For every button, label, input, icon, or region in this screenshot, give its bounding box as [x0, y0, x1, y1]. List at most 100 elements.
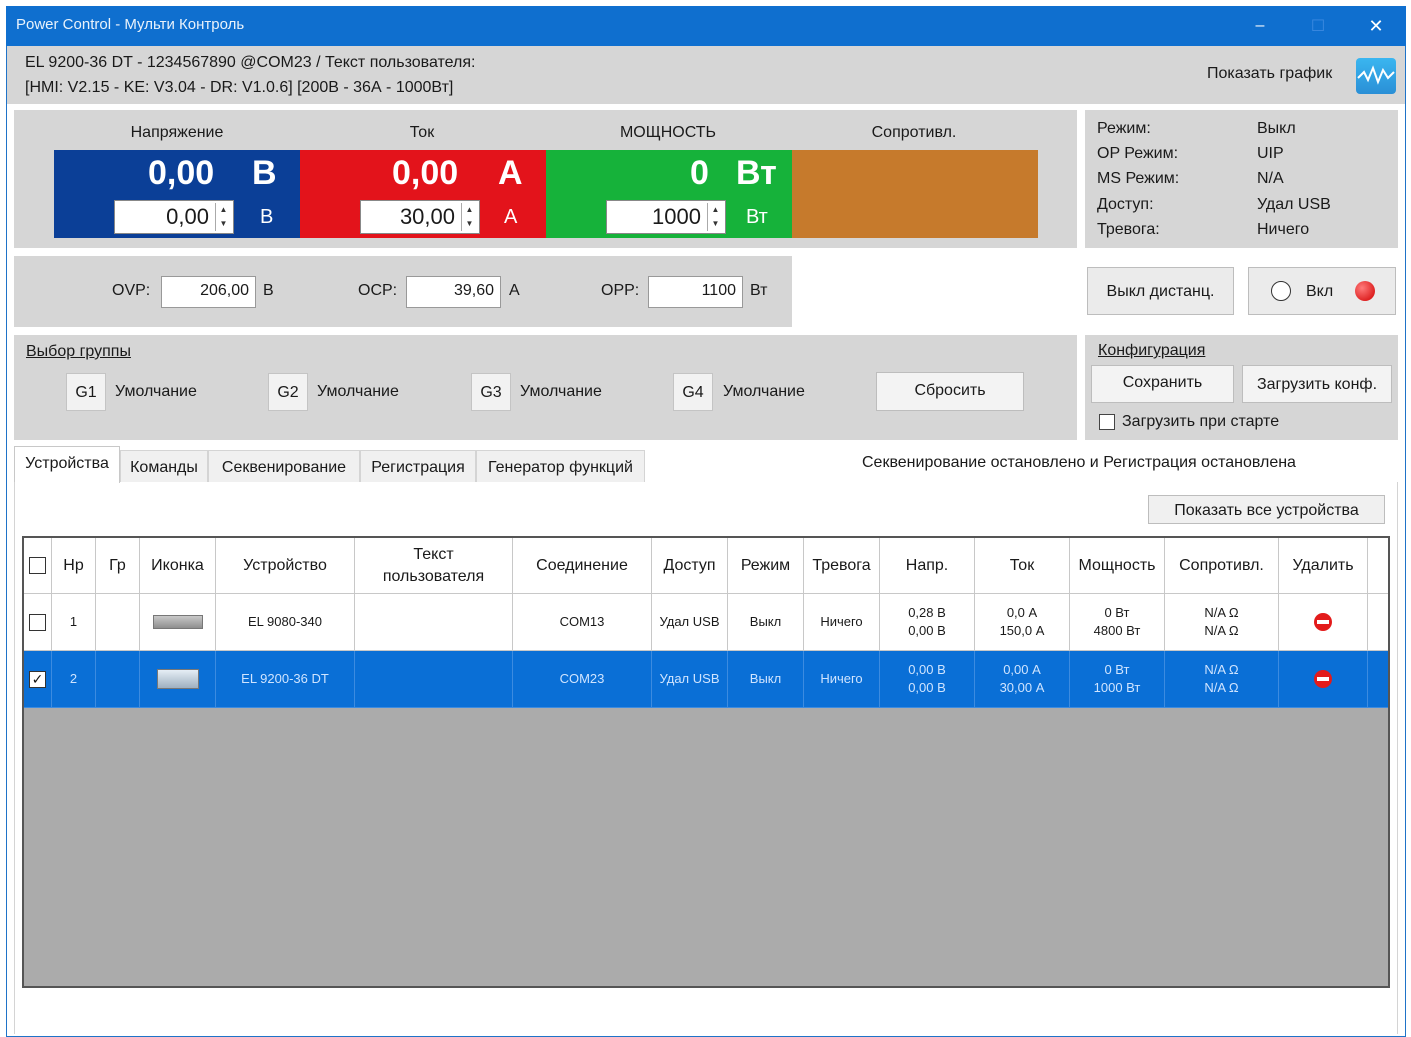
header-mode: Режим — [728, 538, 804, 594]
voltage-unit: В — [252, 154, 277, 192]
header-alarm: Тревога — [804, 538, 880, 594]
config-load-button[interactable]: Загрузить конф. — [1242, 365, 1392, 403]
row-checkbox-cell[interactable]: ✓ — [24, 651, 52, 708]
status-access-label: Доступ: — [1097, 196, 1154, 213]
show-all-devices-button[interactable]: Показать все устройства — [1148, 495, 1385, 524]
row-current-actual: 0,0 А — [1006, 605, 1038, 620]
group-g2-button[interactable]: G2 — [268, 373, 308, 411]
group-reset-button[interactable]: Сбросить — [876, 372, 1024, 411]
voltage-setpoint-input[interactable]: 0,00 ▲ ▼ — [114, 200, 234, 234]
voltage-actual: 0,00 — [148, 154, 215, 192]
group-panel: Выбор группы G1 Умолчание G2 Умолчание G… — [14, 335, 1077, 440]
delete-icon[interactable] — [1314, 613, 1332, 631]
row-device: EL 9080-340 — [216, 594, 355, 651]
ocp-input[interactable]: 39,60 — [406, 276, 501, 308]
device-info-bar: EL 9200-36 DT - 1234567890 @COM23 / Текс… — [7, 46, 1405, 104]
remote-off-button[interactable]: Выкл дистанц. — [1087, 267, 1234, 315]
sequence-status-text: Секвенирование остановлено и Регистрация… — [862, 454, 1296, 471]
row-icon-cell — [140, 651, 216, 708]
ovp-input[interactable]: 206,00 — [161, 276, 256, 308]
delete-icon[interactable] — [1314, 670, 1332, 688]
current-display: 0,00 А 30,00 ▲ ▼ А — [300, 150, 546, 238]
spinner-arrows-icon[interactable]: ▲ ▼ — [215, 203, 231, 231]
group-g2-name: Умолчание — [317, 383, 399, 400]
power-header: МОЩНОСТЬ — [619, 124, 717, 141]
header-icon: Иконка — [140, 538, 216, 594]
tab-logging[interactable]: Регистрация — [360, 450, 476, 482]
row-voltage-set: 0,00 В — [908, 680, 946, 695]
row-resistance-actual: N/A Ω — [1204, 605, 1239, 620]
row-alarm: Ничего — [804, 594, 880, 651]
header-voltage: Напр. — [880, 538, 975, 594]
header-select-all[interactable] — [24, 538, 52, 594]
group-title: Выбор группы — [26, 343, 131, 360]
radio-circle-icon — [1271, 281, 1291, 301]
row-delete-cell[interactable] — [1279, 594, 1368, 651]
output-on-button[interactable]: Вкл — [1248, 267, 1396, 315]
select-all-checkbox[interactable] — [29, 557, 46, 574]
status-alarm-value: Ничего — [1257, 221, 1310, 238]
row-checkbox[interactable]: ✓ — [29, 670, 46, 688]
row-device: EL 9200-36 DT — [216, 651, 355, 708]
ocp-label: OCP: — [358, 282, 398, 299]
row-mode: Выкл — [728, 651, 804, 708]
tab-sequencing[interactable]: Секвенирование — [208, 450, 360, 482]
opp-unit: Вт — [750, 282, 768, 299]
load-on-start-checkbox[interactable] — [1099, 414, 1115, 430]
spinner-arrows-icon[interactable]: ▲ ▼ — [707, 203, 723, 231]
current-set-unit: А — [504, 206, 518, 228]
row-power: 0 Вт 1000 Вт — [1070, 651, 1165, 708]
row-icon-cell — [140, 594, 216, 651]
row-checkbox[interactable] — [29, 613, 46, 631]
output-indicator-icon — [1355, 281, 1375, 301]
status-mode-label: Режим: — [1097, 120, 1151, 137]
row-nr: 1 — [52, 594, 96, 651]
power-set-unit: Вт — [746, 206, 768, 228]
row-current: 0,0 А 150,0 А — [975, 594, 1070, 651]
row-power-set: 1000 Вт — [1093, 680, 1141, 695]
row-checkbox-cell[interactable] — [24, 594, 52, 651]
group-g1-button[interactable]: G1 — [66, 373, 106, 411]
group-g4-button[interactable]: G4 — [673, 373, 713, 411]
maximize-button[interactable]: ☐ — [1290, 6, 1346, 46]
close-button[interactable]: ✕ — [1348, 6, 1404, 46]
tab-function-generator[interactable]: Генератор функций — [476, 450, 645, 482]
minimize-button[interactable]: ‒ — [1232, 6, 1288, 46]
tab-devices[interactable]: Устройства — [14, 446, 120, 483]
opp-label: OPP: — [601, 282, 640, 299]
row-alarm: Ничего — [804, 651, 880, 708]
title-bar: Power Control - Мульти Контроль ‒ ☐ ✕ — [6, 6, 1406, 46]
status-access-value: Удал USB — [1257, 196, 1331, 213]
power-actual: 0 — [690, 154, 709, 192]
table-row[interactable]: 1 EL 9080-340 COM13 Удал USB Выкл Ничего… — [24, 594, 1388, 651]
row-power: 0 Вт 4800 Вт — [1070, 594, 1165, 651]
row-user-text[interactable] — [355, 651, 513, 708]
power-setpoint-input[interactable]: 1000 ▲ ▼ — [606, 200, 726, 234]
resistance-display — [792, 150, 1038, 238]
config-title: Конфигурация — [1098, 342, 1206, 359]
window-title: Power Control - Мульти Контроль — [16, 16, 245, 33]
table-row[interactable]: ✓ 2 EL 9200-36 DT COM23 Удал USB Выкл Ни… — [24, 651, 1388, 708]
power-unit: Вт — [736, 154, 777, 192]
group-g3-button[interactable]: G3 — [471, 373, 511, 411]
row-power-actual: 0 Вт — [1104, 662, 1130, 677]
device-image-icon — [156, 669, 199, 689]
row-voltage: 0,00 В 0,00 В — [880, 651, 975, 708]
row-user-text[interactable] — [355, 594, 513, 651]
load-on-start-label: Загрузить при старте — [1122, 413, 1280, 430]
row-filler — [1368, 594, 1388, 651]
status-panel: Режим: Выкл OP Режим: UIP MS Режим: N/A … — [1085, 110, 1398, 248]
graph-icon[interactable] — [1356, 58, 1396, 94]
tab-commands[interactable]: Команды — [120, 450, 208, 482]
ocp-unit: А — [509, 282, 520, 299]
header-filler — [1368, 538, 1388, 594]
show-graph-label[interactable]: Показать график — [1207, 65, 1332, 83]
device-table: Нр Гр Иконка Устройство Текст пользовате… — [22, 536, 1390, 988]
power-display: 0 Вт 1000 ▲ ▼ Вт — [546, 150, 792, 238]
opp-input[interactable]: 1100 — [648, 276, 743, 308]
header-resistance: Сопротивл. — [1165, 538, 1279, 594]
spinner-arrows-icon[interactable]: ▲ ▼ — [461, 203, 477, 231]
config-save-button[interactable]: Сохранить — [1091, 365, 1234, 403]
row-delete-cell[interactable] — [1279, 651, 1368, 708]
current-setpoint-input[interactable]: 30,00 ▲ ▼ — [360, 200, 480, 234]
